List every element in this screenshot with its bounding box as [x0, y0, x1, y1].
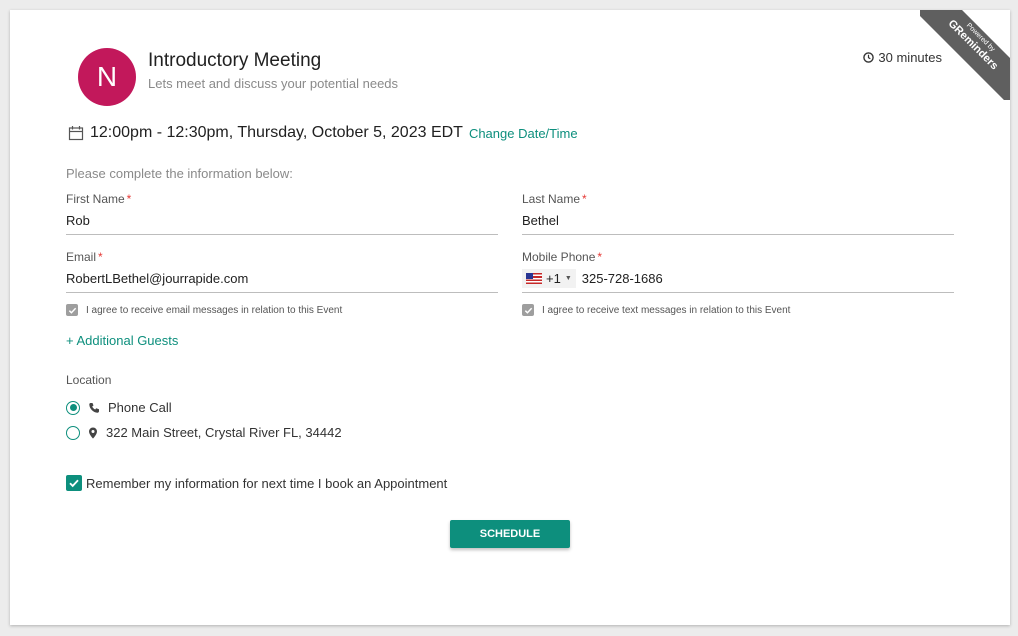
checkmark-icon	[68, 307, 76, 314]
phone-number: 325-728-1686	[581, 271, 663, 286]
map-pin-icon	[89, 427, 97, 438]
remember-info[interactable]: Remember my information for next time I …	[66, 475, 447, 491]
location-option-phone[interactable]: Phone Call	[66, 400, 172, 415]
country-code-select[interactable]: +1 ▼	[522, 269, 576, 288]
text-consent-label: I agree to receive text messages in rela…	[542, 304, 791, 316]
email-consent[interactable]: I agree to receive email messages in rel…	[66, 304, 342, 316]
country-code: +1	[546, 271, 561, 286]
us-flag-icon	[526, 273, 542, 284]
event-title: Introductory Meeting	[148, 50, 322, 71]
additional-guests-link[interactable]: + Additional Guests	[66, 333, 178, 348]
location-address-label: 322 Main Street, Crystal River FL, 34442	[106, 425, 342, 440]
clock-icon	[863, 52, 875, 63]
first-name-label: First Name *	[66, 192, 132, 206]
checkmark-icon	[524, 307, 532, 314]
location-phone-label: Phone Call	[108, 400, 172, 415]
booking-card: Powered by GReminders N Introductory Mee…	[10, 10, 1010, 625]
location-label: Location	[66, 373, 112, 387]
selected-datetime: 12:00pm - 12:30pm, Thursday, October 5, …	[68, 124, 578, 142]
location-radio-address[interactable]	[66, 425, 80, 440]
mobile-phone-field: Mobile Phone * +1 ▼ 325-728-1686	[522, 250, 954, 293]
caret-down-icon: ▼	[564, 275, 572, 282]
email-input[interactable]: RobertLBethel@jourrapide.com	[66, 269, 498, 293]
first-name-input[interactable]: Rob	[66, 211, 498, 235]
first-name-field: First Name * Rob	[66, 192, 498, 235]
datetime-text: 12:00pm - 12:30pm, Thursday, October 5, …	[90, 124, 463, 141]
mobile-phone-input[interactable]: +1 ▼ 325-728-1686	[522, 269, 954, 293]
duration-text: 30 minutes	[878, 50, 942, 65]
email-label: Email *	[66, 250, 103, 264]
email-consent-label: I agree to receive email messages in rel…	[86, 304, 343, 316]
text-consent[interactable]: I agree to receive text messages in rela…	[522, 304, 790, 316]
last-name-label: Last Name *	[522, 192, 587, 206]
mobile-phone-label: Mobile Phone *	[522, 250, 603, 264]
text-consent-checkbox[interactable]	[522, 304, 534, 316]
event-duration: 30 minutes	[863, 50, 942, 65]
email-consent-checkbox[interactable]	[66, 304, 78, 316]
location-radio-phone[interactable]	[66, 400, 80, 415]
email-field: Email * RobertLBethel@jourrapide.com	[66, 250, 498, 293]
schedule-button[interactable]: SCHEDULE	[450, 520, 570, 548]
host-avatar: N	[78, 48, 136, 106]
remember-label: Remember my information for next time I …	[86, 475, 448, 491]
change-datetime-link[interactable]: Change Date/Time	[469, 126, 578, 141]
last-name-field: Last Name * Bethel	[522, 192, 954, 235]
last-name-input[interactable]: Bethel	[522, 211, 954, 235]
remember-checkbox[interactable]	[66, 475, 82, 491]
checkmark-icon	[69, 479, 79, 488]
event-subtitle: Lets meet and discuss your potential nee…	[148, 76, 399, 91]
location-option-address[interactable]: 322 Main Street, Crystal River FL, 34442	[66, 425, 342, 440]
form-instructions: Please complete the information below:	[66, 166, 293, 181]
phone-icon	[89, 402, 99, 413]
calendar-icon	[68, 126, 84, 141]
